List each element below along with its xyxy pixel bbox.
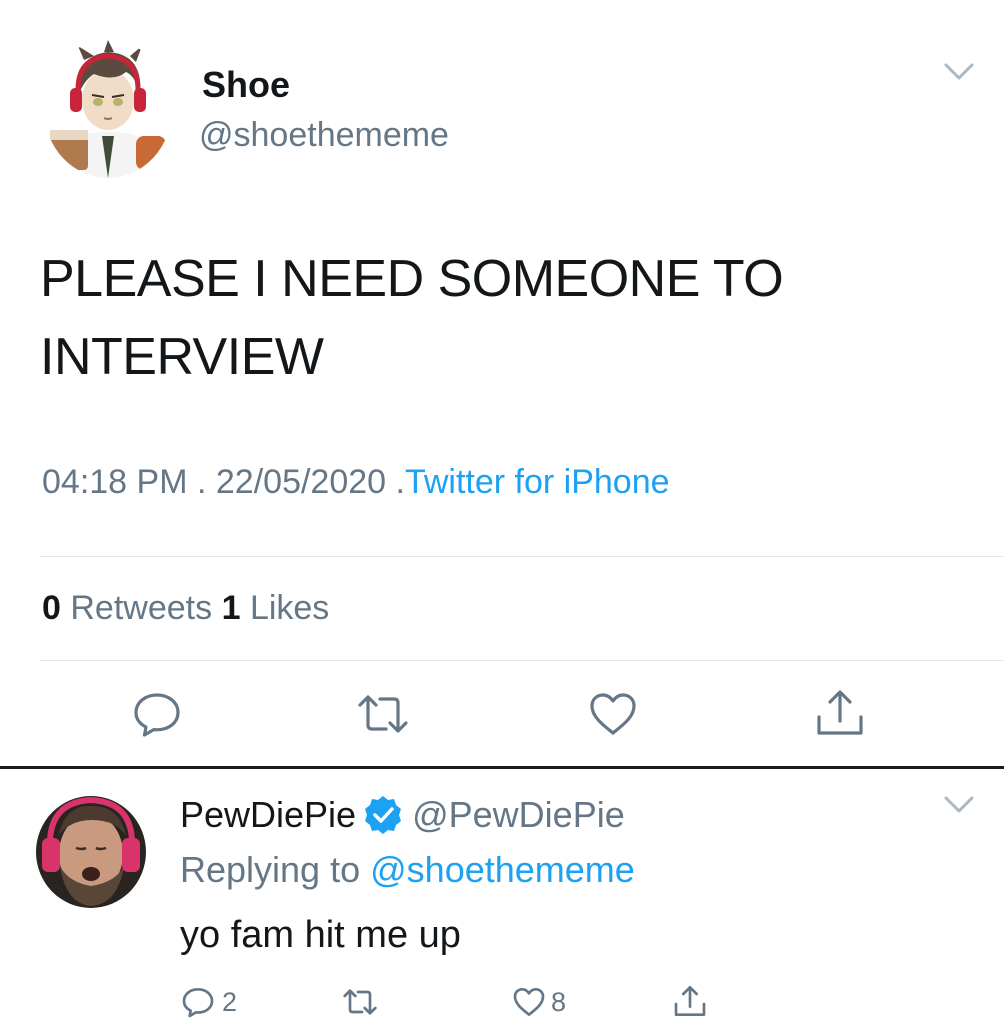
tweet-stats: 0 Retweets 1 Likes [42,589,329,628]
like-icon[interactable] [586,687,640,741]
like-icon [511,984,547,1020]
meta-separator: . [196,463,207,501]
replying-mention-link[interactable]: @shoethememe [370,849,635,890]
tweet-time[interactable]: 04:18 PM [42,463,188,501]
tweet-text-line: PLEASE I NEED SOMEONE TO [40,250,784,308]
tweet-source-link[interactable]: Twitter for iPhone [405,463,670,501]
reply-icon[interactable] [130,687,184,741]
chevron-down-icon[interactable] [943,60,975,84]
reply-author-avatar[interactable] [36,796,146,908]
reply-retweet-button[interactable] [342,984,378,1020]
chevron-down-icon[interactable] [943,793,975,817]
user-photo-avatar [36,796,146,908]
meta-separator: . [395,463,405,501]
retweets-label: Retweets [70,589,213,627]
author-handle[interactable]: @shoethememe [199,116,449,155]
retweet-icon [342,984,378,1020]
likes-stat[interactable]: 1 Likes [222,589,330,627]
retweets-count: 0 [42,589,61,627]
like-count: 8 [551,986,567,1017]
divider [40,660,1004,661]
tweet-text-line: INTERVIEW [40,328,324,386]
share-icon [672,984,708,1020]
likes-label: Likes [249,589,330,627]
reply-author-name[interactable]: PewDiePie [180,794,356,836]
anime-avatar-icon [44,40,172,178]
reply-reply-button[interactable]: 2 [180,984,237,1020]
verified-badge-icon [362,794,404,836]
tweet-meta: 04:18 PM . 22/05/2020 .Twitter for iPhon… [42,463,670,502]
reply-header: PewDiePie @PewDiePie [180,794,625,836]
divider [40,556,1004,557]
reply-author-handle[interactable]: @PewDiePie [412,794,625,836]
reply-icon [180,984,216,1020]
author-display-name[interactable]: Shoe [202,64,290,106]
thread-separator [0,766,1004,769]
share-icon[interactable] [813,687,867,741]
replying-to: Replying to @shoethememe [180,849,635,891]
retweet-icon[interactable] [356,687,410,741]
retweets-stat[interactable]: 0 Retweets [42,589,212,627]
author-avatar[interactable] [44,40,172,178]
reply-count: 2 [222,986,238,1017]
replying-prefix: Replying to [180,849,361,890]
tweet-date[interactable]: 22/05/2020 [216,463,386,501]
reply-text: yo fam hit me up [180,914,461,956]
likes-count: 1 [221,589,241,627]
tweet-text: PLEASE I NEED SOMEONE TO INTERVIEW [40,240,960,396]
reply-share-button[interactable] [672,984,708,1020]
reply-like-button[interactable]: 8 [511,984,566,1020]
